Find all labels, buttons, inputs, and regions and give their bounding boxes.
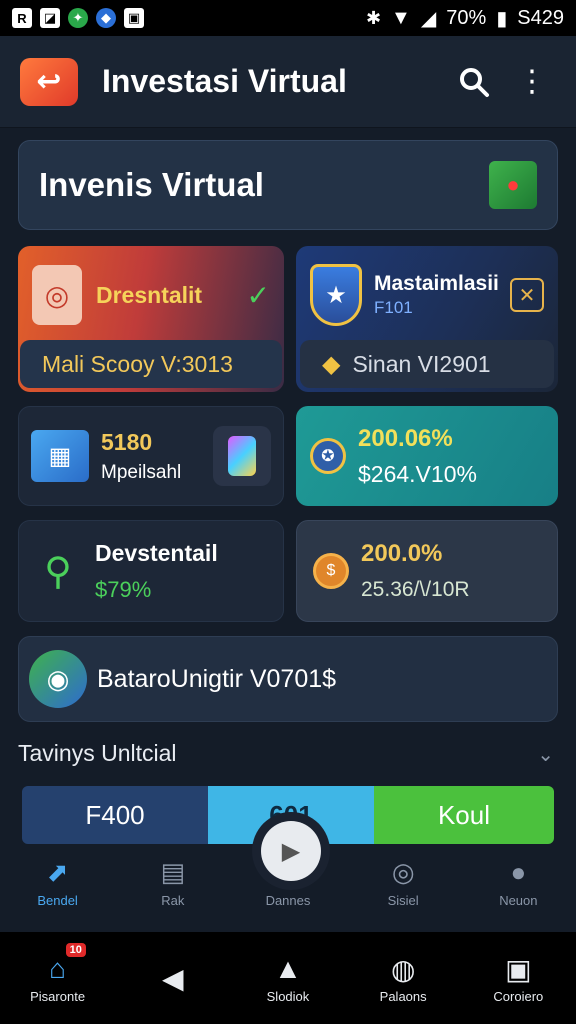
balance-card[interactable]: ◉ BataroUnigtir V0701$ <box>18 636 558 722</box>
tools-icon: ✕ <box>510 278 544 312</box>
lock-icon: ▣ <box>505 953 532 985</box>
globe-coin-icon: ✪ <box>310 438 346 474</box>
target-icon: ◎ <box>391 857 415 887</box>
nav-label: Pisaronte <box>30 988 86 1004</box>
tab-sisiel[interactable]: ◎ Sisiel <box>353 857 453 908</box>
more-options-button[interactable]: ⋮ <box>508 58 556 106</box>
green-app-icon: ✦ <box>68 8 88 28</box>
tab-rak[interactable]: ▤ Rak <box>123 857 223 908</box>
storage-card[interactable]: ▦ 5180 Mpeilsahl <box>18 406 284 506</box>
bluetooth-icon: ✱ <box>365 7 382 28</box>
signal-icon: ◢ <box>420 7 437 30</box>
growth-card[interactable]: ✪ 200.06% $264.V10% <box>296 406 558 506</box>
nav-palaons[interactable]: ◍ Palaons <box>353 953 453 1004</box>
tab-bendel[interactable]: ⬈ Bendel <box>8 857 108 908</box>
tab-label: Bendel <box>37 893 78 908</box>
analysis-value: $79% <box>95 576 152 602</box>
security-card-top: ★ Mastaimlasii F101 ✕ <box>310 260 544 330</box>
security-sub: F101 <box>374 298 413 317</box>
battery-icon: ▮ <box>496 7 508 30</box>
growth-sub: $264.V10% <box>358 460 477 487</box>
magnifier-icon: ⚲ <box>44 550 72 593</box>
battery-percent: 70% <box>446 6 487 29</box>
gift-box-icon: ● <box>489 161 537 209</box>
system-nav-bar: ⌂ 10 Pisaronte ◀ ▲ Slodiok ◍ Palaons ▣ C… <box>0 932 576 1024</box>
storage-text: 5180 Mpeilsahl <box>101 429 213 484</box>
bottom-tab-nav: ⬈ Bendel ▤ Rak Dannes ◎ Sisiel ● Neuon <box>0 852 576 932</box>
nav-home[interactable]: ⌂ 10 Pisaronte <box>8 942 108 1004</box>
page-title: Investasi Virtual <box>102 63 347 99</box>
analysis-text: Devstentail $79% <box>95 540 218 603</box>
document-icon: ▲ <box>274 952 302 984</box>
clock: S429 <box>517 6 564 29</box>
back-triangle-icon: ◀ <box>162 963 184 994</box>
return-sub: 25.36/\/10R <box>361 578 470 601</box>
achievement-title: Dresntalit <box>96 281 203 308</box>
profile-icon: ◍ <box>390 953 416 985</box>
balance-text: BataroUnigtir V0701$ <box>97 664 337 693</box>
nav-coroiero[interactable]: ▣ Coroiero <box>468 953 568 1004</box>
achievement-card-top: ◎ Dresntalit ✓ <box>32 260 270 330</box>
nav-slodiok[interactable]: ▲ Slodiok <box>238 953 338 1004</box>
security-text: Mastaimlasii F101 <box>374 272 510 318</box>
growth-text: 200.06% $264.V10% <box>358 425 477 488</box>
shield-icon: ★ <box>310 264 362 326</box>
status-bar: R ◪ ✦ ◆ ▣ ✱ ▼ ◢ 70% ▮ S429 <box>0 0 576 36</box>
achievement-card[interactable]: ◎ Dresntalit ✓ Mali Scooy V:3013 <box>18 246 284 392</box>
globe-icon: ◉ <box>29 650 87 708</box>
segment-3[interactable]: Koul <box>374 786 554 844</box>
security-card[interactable]: ★ Mastaimlasii F101 ✕ ◆ Sinan VI2901 <box>296 246 558 392</box>
tab-neuon[interactable]: ● Neuon <box>468 857 568 908</box>
medal-icon: ◎ <box>32 265 82 325</box>
achievement-pill: Mali Scooy V:3013 <box>20 340 282 388</box>
security-title: Mastaimlasii <box>374 272 499 295</box>
gallery-notification-icon: ◪ <box>40 8 60 28</box>
box-icon: ▦ <box>31 430 89 482</box>
virtual-banner-card[interactable]: Invenis Virtual ● <box>18 140 558 230</box>
analysis-title: Devstentail <box>95 539 218 566</box>
grid-icon: ▤ <box>160 857 186 887</box>
search-icon <box>460 67 489 97</box>
back-logo-icon[interactable]: ↩ <box>20 57 78 106</box>
banner-title: Invenis Virtual <box>39 166 264 203</box>
chevron-down-icon[interactable]: ⌄ <box>537 742 554 767</box>
search-button[interactable] <box>450 58 498 106</box>
check-icon: ✓ <box>246 279 270 311</box>
phone-card-icon <box>213 426 271 486</box>
wifi-icon: ▼ <box>391 6 411 29</box>
return-card[interactable]: $ 200.0% 25.36/\/10R <box>296 520 558 622</box>
return-text: 200.0% 25.36/\/10R <box>361 540 470 602</box>
home-icon: ⌂ <box>49 952 67 984</box>
nav-label: Palaons <box>379 988 427 1004</box>
tab-label: Rak <box>161 893 185 908</box>
app-notification-icon: R <box>12 8 32 28</box>
security-pill-text: Sinan VI2901 <box>352 350 491 377</box>
nav-back[interactable]: ◀ <box>123 962 223 994</box>
tab-dannes[interactable]: Dannes <box>238 857 338 908</box>
growth-value: 200.06% <box>358 424 453 452</box>
gold-coin-icon: $ <box>313 553 349 589</box>
nav-label: Slodiok <box>266 988 310 1004</box>
analysis-card[interactable]: ⚲ Devstentail $79% <box>18 520 284 622</box>
nav-label: Coroiero <box>493 988 544 1004</box>
person-icon: ● <box>510 857 527 887</box>
more-vertical-icon: ⋮ <box>517 65 547 98</box>
segment-1[interactable]: F400 <box>22 786 208 844</box>
message-notification-icon: ▣ <box>124 8 144 28</box>
storage-value: 5180 <box>101 428 153 455</box>
storage-label: Mpeilsahl <box>101 461 182 483</box>
section-title: Tavinys Unltcial <box>18 740 177 766</box>
status-left: R ◪ ✦ ◆ ▣ <box>12 8 144 28</box>
security-pill: ◆ Sinan VI2901 <box>300 340 554 388</box>
return-value: 200.0% <box>361 540 443 567</box>
notification-badge: 10 <box>65 942 86 957</box>
cube-icon: ◆ <box>322 350 341 378</box>
tab-label: Dannes <box>265 893 311 908</box>
chart-arrow-icon: ⬈ <box>46 857 69 887</box>
status-right: ✱ ▼ ◢ 70% ▮ S429 <box>366 6 564 31</box>
tab-label: Neuon <box>499 893 538 908</box>
shield-notification-icon: ◆ <box>96 8 116 28</box>
tab-label: Sisiel <box>387 893 419 908</box>
app-bar: ↩ Investasi Virtual ⋮ <box>0 36 576 128</box>
